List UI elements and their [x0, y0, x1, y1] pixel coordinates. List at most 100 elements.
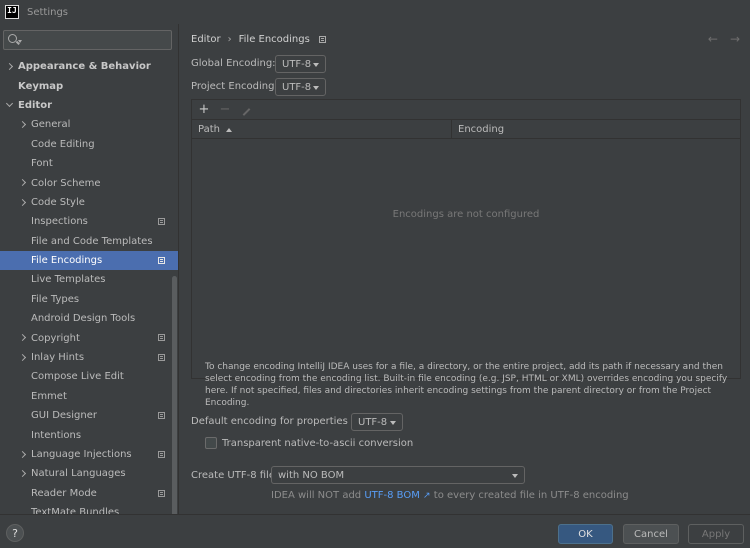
sidebar-item-textmate-bundles[interactable]: TextMate Bundles [0, 503, 178, 514]
back-arrow-icon[interactable]: ← [708, 32, 718, 46]
properties-encoding-label: Default encoding for properties files: [191, 416, 375, 427]
ok-button[interactable]: OK [558, 524, 613, 544]
create-utf8-select[interactable]: with NO BOM [271, 466, 525, 484]
properties-encoding-select[interactable]: UTF-8 [351, 413, 403, 431]
sidebar-item-label: Live Templates [31, 274, 106, 286]
edit-pencil-icon[interactable] [240, 104, 252, 116]
chevron-right-icon[interactable] [18, 121, 27, 129]
breadcrumb: Editor › File Encodings [191, 34, 326, 45]
add-icon[interactable]: + [198, 103, 210, 116]
window-title: Settings [27, 6, 69, 18]
sidebar-item-emmet[interactable]: Emmet [0, 387, 178, 406]
table-empty-text: Encodings are not configured [392, 209, 540, 220]
chevron-right-icon[interactable] [18, 450, 27, 458]
content-panel: Editor › File Encodings ← → Global Encod… [179, 24, 750, 514]
chevron-right-icon[interactable] [18, 470, 27, 478]
navigation-arrows: ← → [708, 32, 740, 46]
sidebar-item-android-design-tools[interactable]: Android Design Tools [0, 309, 178, 328]
sidebar-item-label: Compose Live Edit [31, 371, 124, 383]
chevron-right-icon[interactable] [5, 62, 14, 71]
transparent-conversion-label[interactable]: Transparent native-to-ascii conversion [222, 438, 413, 449]
title-bar: IJ Settings [0, 0, 750, 24]
sidebar-item-general[interactable]: General [0, 115, 178, 134]
search-input[interactable] [26, 33, 166, 47]
sidebar-item-label: Code Editing [31, 138, 95, 150]
sidebar-item-label: Intentions [31, 429, 82, 441]
sidebar-item-label: Appearance & Behavior [18, 61, 151, 73]
chevron-down-icon [313, 86, 319, 90]
column-encoding-label: Encoding [458, 124, 505, 135]
sidebar-item-file-encodings[interactable]: File Encodings [0, 250, 178, 271]
sidebar-item-label: TextMate Bundles [31, 507, 120, 514]
bom-note-prefix: IDEA will NOT add [271, 490, 362, 501]
sidebar-item-natural-languages[interactable]: Natural Languages [0, 464, 178, 483]
apply-button[interactable]: Apply [688, 524, 744, 544]
sidebar-item-label: Natural Languages [31, 468, 126, 480]
project-scope-icon [158, 256, 165, 264]
sidebar-item-live-templates[interactable]: Live Templates [0, 270, 178, 289]
bom-note-suffix: to every created file in UTF-8 encoding [433, 490, 629, 501]
sidebar-item-inlay-hints[interactable]: Inlay Hints [0, 348, 178, 367]
project-encoding-value: UTF-8 [282, 81, 312, 93]
external-link-icon: ↗ [423, 491, 431, 501]
sidebar-item-compose-live-edit[interactable]: Compose Live Edit [0, 367, 178, 386]
sidebar-item-label: Inlay Hints [31, 352, 85, 364]
sidebar-item-label: Keymap [18, 80, 64, 92]
project-encoding-select[interactable]: UTF-8 [275, 78, 326, 96]
table-header: Path Encoding [192, 120, 740, 139]
help-button[interactable]: ? [6, 524, 24, 542]
project-scope-icon [158, 353, 165, 361]
sidebar-item-intentions[interactable]: Intentions [0, 425, 178, 444]
chevron-down-icon [313, 63, 319, 67]
sidebar-item-inspections[interactable]: Inspections [0, 212, 178, 231]
global-encoding-select[interactable]: UTF-8 [275, 55, 326, 73]
project-scope-icon [158, 334, 165, 342]
sidebar-item-color-scheme[interactable]: Color Scheme [0, 173, 178, 192]
sidebar-item-label: File Types [31, 293, 80, 305]
dialog-footer: ? OK Cancel Apply [0, 514, 750, 548]
search-history-icon[interactable] [18, 40, 22, 43]
sidebar-item-file-types[interactable]: File Types [0, 290, 178, 309]
cancel-button[interactable]: Cancel [623, 524, 679, 544]
global-encoding-label: Global Encoding: [191, 58, 276, 69]
sidebar-item-label: Emmet [31, 390, 67, 402]
bom-note: IDEA will NOT add UTF-8 BOM ↗ to every c… [271, 490, 629, 501]
global-encoding-value: UTF-8 [282, 58, 312, 70]
sidebar-item-appearance-behavior[interactable]: Appearance & Behavior [0, 57, 178, 76]
sidebar-item-editor[interactable]: Editor [0, 96, 178, 115]
forward-arrow-icon[interactable]: → [730, 32, 740, 46]
column-header-path[interactable]: Path [192, 120, 452, 139]
sidebar-scrollbar[interactable] [172, 276, 177, 514]
remove-icon[interactable]: − [219, 103, 231, 116]
table-toolbar: + − [192, 100, 740, 120]
breadcrumb-separator: › [227, 34, 232, 45]
sidebar-item-label: Font [31, 158, 53, 170]
chevron-down-icon[interactable] [5, 99, 14, 107]
sidebar-item-label: GUI Designer [31, 410, 97, 422]
sidebar-item-language-injections[interactable]: Language Injections [0, 445, 178, 464]
sidebar-item-font[interactable]: Font [0, 154, 178, 173]
sidebar-item-keymap[interactable]: Keymap [0, 76, 178, 95]
sidebar-item-code-editing[interactable]: Code Editing [0, 135, 178, 154]
create-utf8-value: with NO BOM [278, 469, 345, 481]
project-scope-icon [158, 489, 165, 497]
sidebar-item-reader-mode[interactable]: Reader Mode [0, 484, 178, 503]
create-utf8-label: Create UTF-8 files: [191, 470, 284, 481]
chevron-right-icon[interactable] [18, 179, 27, 187]
properties-encoding-value: UTF-8 [358, 416, 388, 428]
sidebar-item-code-style[interactable]: Code Style [0, 193, 178, 212]
search-box[interactable] [3, 30, 172, 50]
transparent-conversion-checkbox[interactable] [205, 437, 217, 449]
sidebar-item-gui-designer[interactable]: GUI Designer [0, 406, 178, 425]
sidebar-item-label: File Encodings [31, 255, 103, 267]
sidebar-item-label: Color Scheme [31, 177, 101, 189]
chevron-right-icon[interactable] [18, 334, 27, 342]
sidebar-item-copyright[interactable]: Copyright [0, 328, 178, 347]
search-icon[interactable] [8, 34, 17, 43]
chevron-down-icon [512, 474, 518, 478]
column-header-encoding[interactable]: Encoding [452, 120, 740, 139]
chevron-right-icon[interactable] [18, 353, 27, 361]
utf8-bom-link[interactable]: UTF-8 BOM [364, 490, 420, 501]
chevron-right-icon[interactable] [18, 198, 27, 206]
sidebar-item-file-and-code-templates[interactable]: File and Code Templates [0, 232, 178, 251]
